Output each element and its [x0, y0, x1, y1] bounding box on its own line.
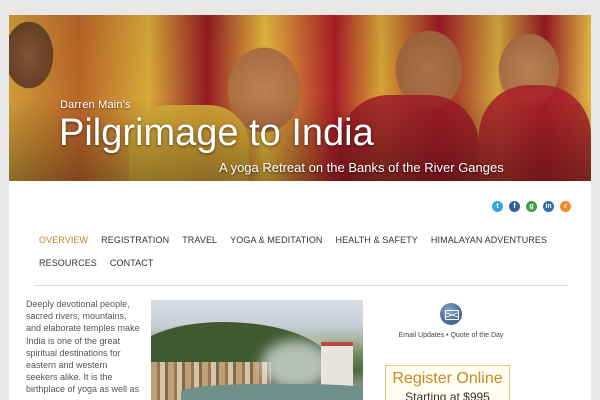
- linkedin-icon[interactable]: in: [543, 201, 554, 212]
- site-title[interactable]: Pilgrimage to India: [59, 113, 374, 153]
- nav-item-registration[interactable]: REGISTRATION: [101, 229, 169, 252]
- banner-subtitle: Darren Main's: [60, 99, 131, 111]
- email-updates[interactable]: Email Updates • Quote of the Day: [381, 303, 521, 339]
- email-updates-label[interactable]: Email Updates • Quote of the Day: [381, 332, 521, 339]
- register-title: Register Online: [392, 370, 503, 387]
- rss-icon[interactable]: r: [560, 201, 571, 212]
- nav-item-resources[interactable]: RESOURCES: [39, 252, 97, 275]
- site-tagline: A yoga Retreat on the Banks of the River…: [219, 160, 504, 175]
- nav-divider: [34, 285, 569, 286]
- facebook-icon[interactable]: f: [509, 201, 520, 212]
- nav-item-health-safety[interactable]: HEALTH & SAFETY: [336, 229, 418, 252]
- envelope-icon[interactable]: [440, 303, 462, 325]
- intro-paragraph: Deeply devotional people, sacred rivers,…: [26, 299, 140, 395]
- register-price: Starting at $995: [405, 390, 490, 400]
- photo-temple: [321, 342, 353, 387]
- photo-river: [181, 384, 363, 400]
- banner-shade: [9, 15, 591, 181]
- nav-item-travel[interactable]: TRAVEL: [182, 229, 217, 252]
- page-container: Darren Main's Pilgrimage to India A yoga…: [9, 15, 591, 400]
- nav-item-overview[interactable]: OVERVIEW: [39, 229, 88, 252]
- nav-item-contact[interactable]: CONTACT: [110, 252, 154, 275]
- social-links: t f g in r: [492, 201, 571, 212]
- nav-item-himalayan-adventures[interactable]: HIMALAYAN ADVENTURES: [431, 229, 547, 252]
- twitter-icon[interactable]: t: [492, 201, 503, 212]
- nav-item-yoga-meditation[interactable]: YOGA & MEDITATION: [230, 229, 322, 252]
- register-online-button[interactable]: Register Online Starting at $995: [385, 365, 510, 400]
- google-icon[interactable]: g: [526, 201, 537, 212]
- main-navigation: OVERVIEW REGISTRATION TRAVEL YOGA & MEDI…: [39, 229, 579, 275]
- ganges-photo: [151, 300, 363, 400]
- header-banner[interactable]: Darren Main's Pilgrimage to India A yoga…: [9, 15, 591, 181]
